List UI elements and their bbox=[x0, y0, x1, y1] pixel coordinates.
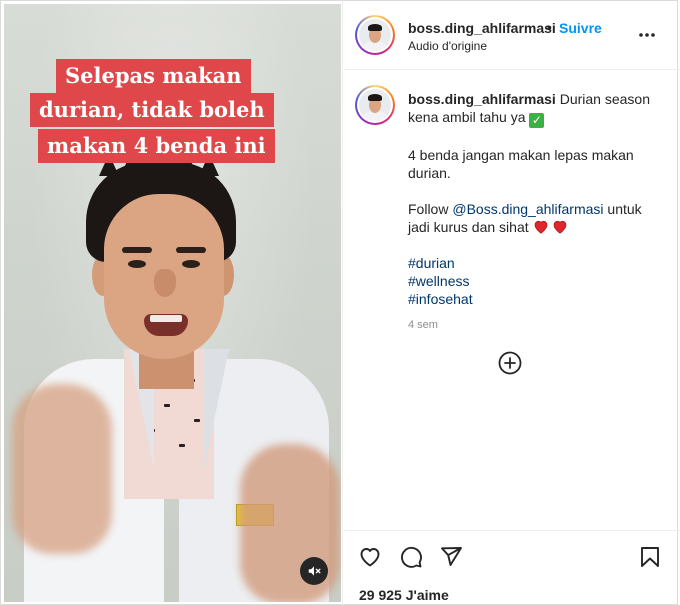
caption-text: boss.ding_ahlifarmasi Durian season kena… bbox=[408, 90, 658, 334]
like-button[interactable] bbox=[358, 545, 384, 571]
profile-avatar[interactable] bbox=[355, 15, 395, 55]
post-time[interactable]: 4 sem bbox=[408, 316, 658, 334]
bookmark-icon bbox=[641, 547, 659, 567]
check-mark-icon: ✓ bbox=[529, 113, 545, 128]
more-options-button[interactable] bbox=[635, 23, 659, 47]
hashtag-list: #durian #wellness #infosehat bbox=[408, 254, 658, 308]
hashtag-link[interactable]: #wellness bbox=[408, 272, 658, 290]
audio-link[interactable]: Audio d'origine bbox=[408, 39, 487, 53]
red-heart-icon bbox=[554, 220, 567, 234]
share-icon bbox=[441, 547, 462, 566]
action-bar: 29 925 J'aime bbox=[343, 530, 680, 605]
likes-count[interactable]: 29 925 J'aime bbox=[359, 587, 449, 603]
heart-icon bbox=[360, 548, 380, 567]
save-button[interactable] bbox=[638, 545, 664, 571]
mute-button[interactable] bbox=[300, 557, 328, 585]
post-frame: Selepas makan durian, tidak boleh makan … bbox=[0, 0, 680, 605]
comment-button[interactable] bbox=[399, 545, 425, 571]
post-header: boss.ding_ahlifarmasi • Suivre Audio d'o… bbox=[343, 1, 680, 70]
comment-icon bbox=[401, 546, 422, 568]
caption-line-3: makan 4 benda ini bbox=[38, 129, 275, 163]
caption-username[interactable]: boss.ding_ahlifarmasi bbox=[408, 91, 556, 107]
plus-circle-icon bbox=[498, 351, 522, 375]
caption-avatar[interactable] bbox=[355, 85, 395, 125]
video-caption: Selepas makan durian, tidak boleh makan … bbox=[4, 4, 341, 204]
caption-line-2-text: 4 benda jangan makan lepas makan durian. bbox=[408, 147, 634, 181]
follow-button[interactable]: Suivre bbox=[559, 20, 602, 36]
hashtag-link[interactable]: #infosehat bbox=[408, 290, 658, 308]
mention-link[interactable]: @Boss.ding_ahlifarmasi bbox=[452, 201, 603, 217]
red-heart-icon bbox=[534, 220, 547, 234]
load-more-comments-button[interactable] bbox=[498, 351, 522, 375]
hashtag-link[interactable]: #durian bbox=[408, 254, 658, 272]
separator-dot: • bbox=[547, 19, 552, 35]
header-username[interactable]: boss.ding_ahlifarmasi bbox=[408, 20, 556, 36]
caption-line-1: Selepas makan bbox=[56, 59, 251, 93]
caption-comment: boss.ding_ahlifarmasi Durian season kena… bbox=[343, 71, 680, 529]
post-panel: boss.ding_ahlifarmasi • Suivre Audio d'o… bbox=[342, 1, 680, 605]
more-options-icon bbox=[639, 33, 655, 37]
speaker-muted-icon bbox=[308, 566, 321, 576]
follow-prefix: Follow bbox=[408, 201, 449, 217]
caption-line-2: durian, tidak boleh bbox=[30, 93, 274, 127]
reel-video[interactable]: Selepas makan durian, tidak boleh makan … bbox=[4, 4, 341, 602]
share-button[interactable] bbox=[439, 545, 465, 571]
